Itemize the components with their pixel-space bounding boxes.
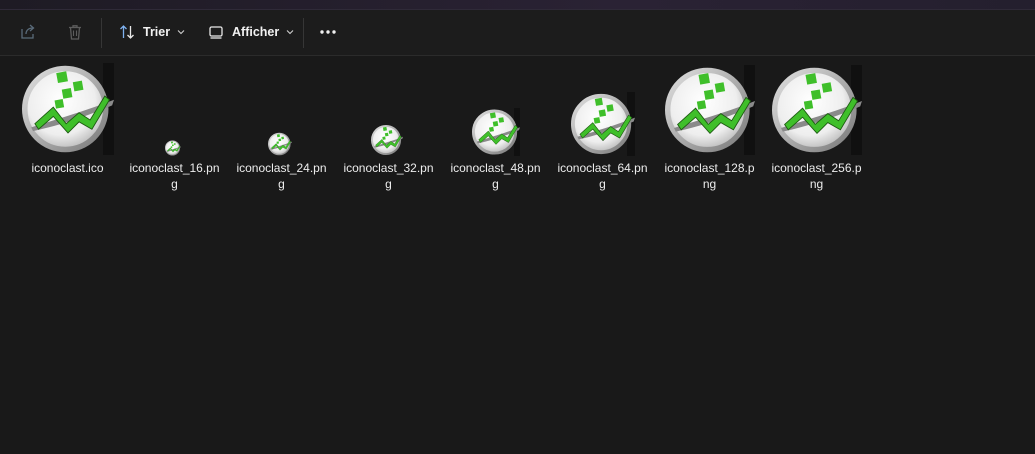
iconoclast-logo-icon [371,124,403,156]
file-item[interactable]: iconoclast.ico [20,63,115,204]
chevron-down-icon [177,30,185,35]
chevron-down-icon [286,30,294,35]
file-name: iconoclast_64.png [557,161,648,191]
iconoclast-logo-icon [268,132,292,156]
file-thumbnail [769,64,864,155]
delete-button[interactable] [59,15,91,49]
iconoclast-logo-icon [772,67,862,153]
toolbar-separator [303,18,304,48]
file-thumbnail [555,64,650,156]
view-label: Afficher [232,25,280,39]
file-explorer-window: Trier Afficher iconoclast.ico iconoclast… [0,0,1035,454]
more-options-button[interactable] [312,15,344,49]
file-item[interactable]: iconoclast_48.png [448,64,543,204]
sort-button[interactable]: Trier [113,15,191,49]
file-item[interactable]: iconoclast_24.png [234,64,329,204]
more-icon [320,30,336,34]
iconoclast-logo-icon [472,109,520,155]
file-thumbnail [448,64,543,156]
file-item[interactable]: iconoclast_128.png [662,64,757,204]
file-thumbnail [234,64,329,156]
iconoclast-logo-icon [165,140,181,156]
file-thumbnail [127,64,222,156]
file-thumbnail [20,63,115,155]
view-button[interactable]: Afficher [202,15,300,49]
file-thumbnail [341,64,436,156]
share-icon [21,24,35,39]
file-name: iconoclast_48.png [450,161,541,191]
iconoclast-logo-icon [665,67,755,153]
trash-icon [69,25,81,40]
file-grid: iconoclast.ico iconoclast_16.png iconocl… [0,56,1035,454]
file-thumbnail [662,64,757,155]
file-item[interactable]: iconoclast_16.png [127,64,222,204]
title-bar-strip [0,0,1035,10]
view-icon [209,26,223,39]
share-button[interactable] [12,15,44,49]
file-name: iconoclast_32.png [343,161,434,191]
file-name: iconoclast_16.png [129,161,220,191]
file-item[interactable]: iconoclast_32.png [341,64,436,204]
file-item[interactable]: iconoclast_64.png [555,64,650,204]
file-name: iconoclast.ico [31,161,104,175]
toolbar-separator [101,18,102,48]
iconoclast-logo-icon [22,65,114,153]
file-name: iconoclast_24.png [236,161,327,191]
sort-icon [120,25,134,39]
file-name: iconoclast_128.png [664,161,755,191]
file-item[interactable]: iconoclast_256.png [769,64,864,204]
command-bar: Trier Afficher [0,10,1035,56]
sort-label: Trier [143,25,171,39]
iconoclast-logo-icon [571,93,635,155]
file-name: iconoclast_256.png [771,161,862,191]
